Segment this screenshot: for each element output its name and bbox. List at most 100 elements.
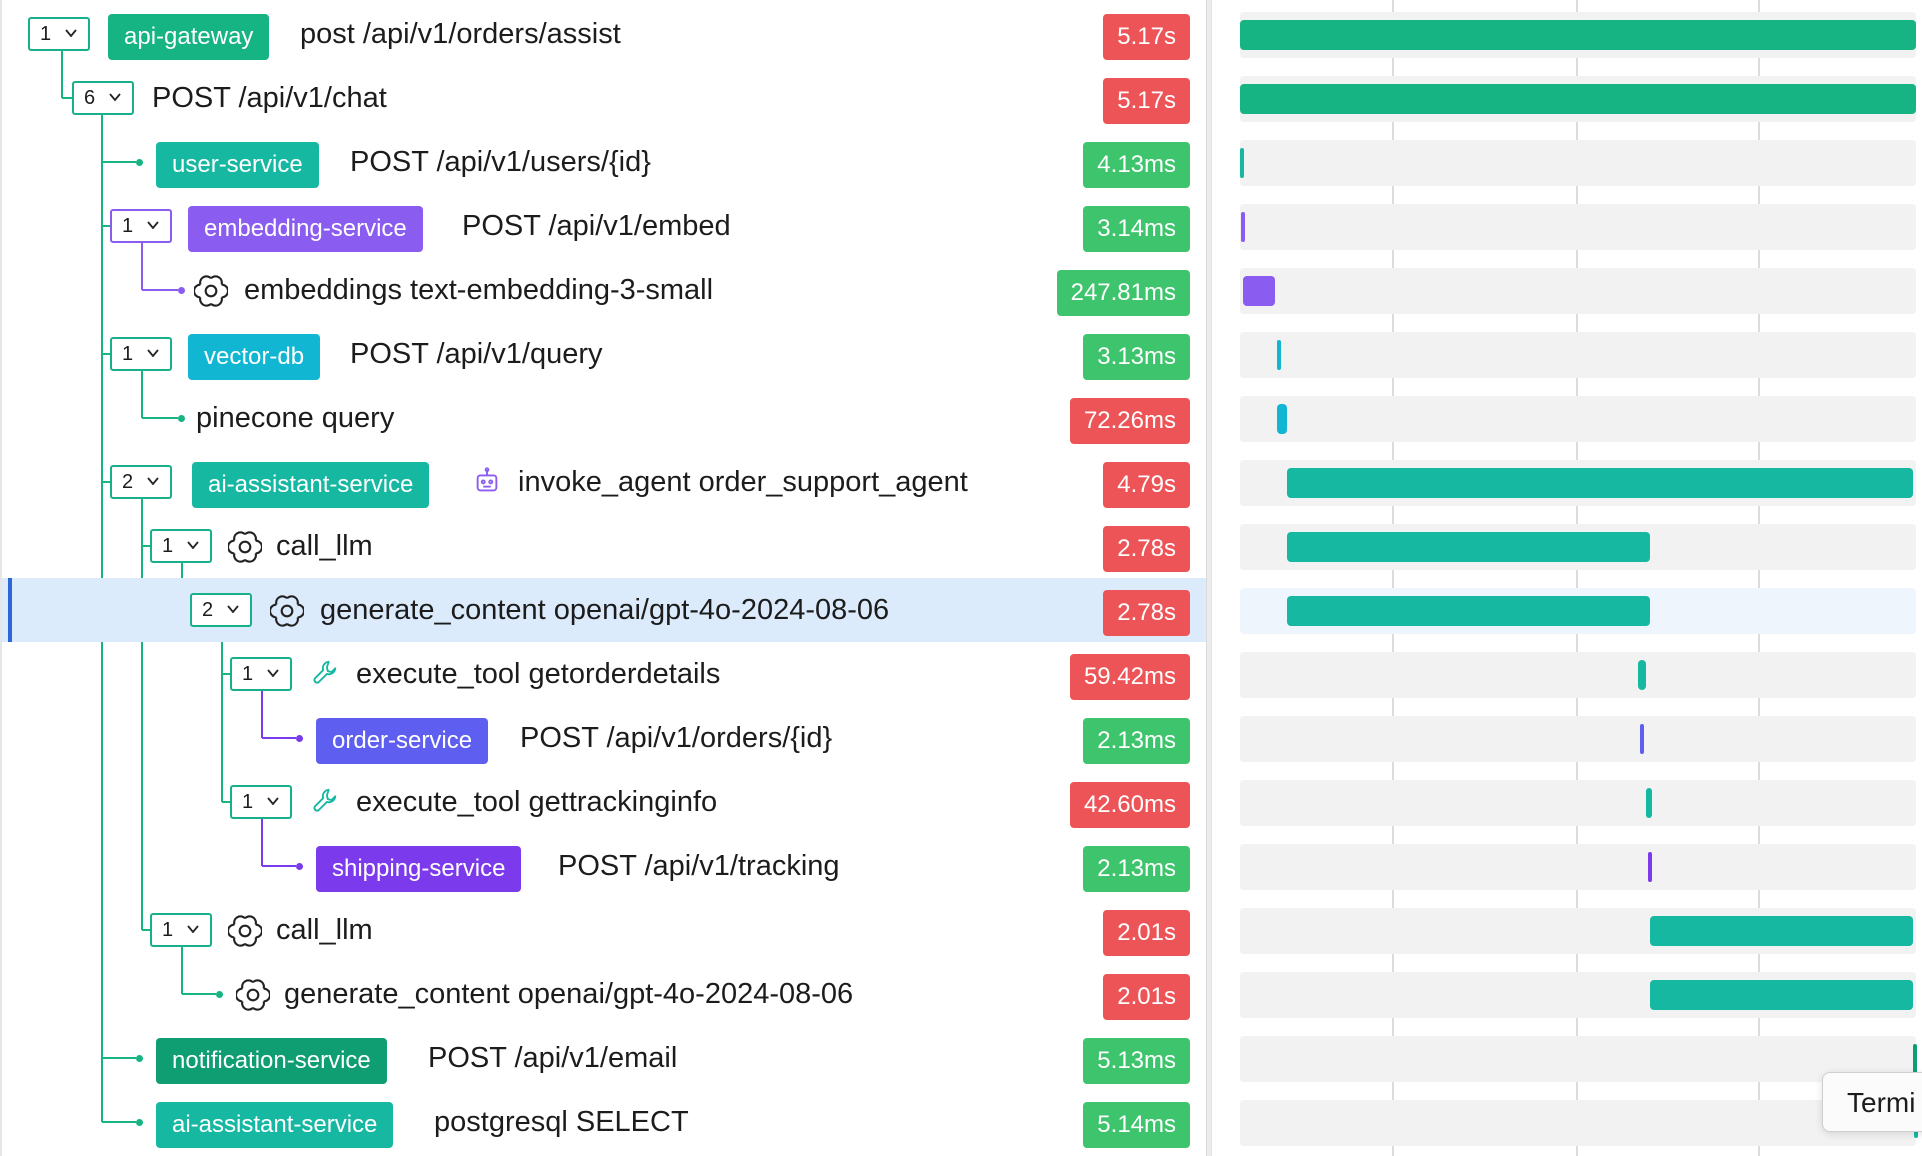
span-name: POST /api/v1/embed: [462, 210, 731, 242]
timeline-track[interactable]: [1240, 844, 1916, 890]
span-row[interactable]: 2 ai-assistant-service invoke_agent order_…: [2, 450, 1210, 514]
timeline-bar[interactable]: [1277, 340, 1281, 370]
duration-badge: 2.78s: [1103, 526, 1190, 572]
timeline-track[interactable]: [1240, 780, 1916, 826]
expand-toggle[interactable]: 1: [230, 785, 292, 819]
span-row[interactable]: 1 call_llm 2.78s: [2, 514, 1210, 578]
timeline-bar[interactable]: [1650, 980, 1913, 1010]
duration-badge: 5.17s: [1103, 14, 1190, 60]
child-count: 1: [122, 214, 134, 237]
timeline-bar[interactable]: [1650, 916, 1913, 946]
tree-node-dot: [136, 1055, 143, 1062]
timeline-bar[interactable]: [1240, 84, 1916, 114]
duration-badge: 5.13ms: [1083, 1038, 1190, 1084]
timeline-track[interactable]: [1240, 524, 1916, 570]
timeline-bar[interactable]: [1646, 788, 1652, 818]
service-badge[interactable]: user-service: [156, 142, 319, 188]
timeline-track[interactable]: [1240, 652, 1916, 698]
timeline-track[interactable]: [1240, 1036, 1917, 1082]
timeline-track[interactable]: [1240, 460, 1916, 506]
timeline-bar[interactable]: [1241, 212, 1245, 242]
timeline-bar[interactable]: [1287, 532, 1650, 562]
span-name: execute_tool getorderdetails: [356, 658, 721, 690]
span-name: call_llm: [276, 530, 373, 562]
service-badge[interactable]: ai-assistant-service: [156, 1102, 394, 1148]
timeline-bar[interactable]: [1648, 852, 1652, 882]
service-badge[interactable]: vector-db: [188, 334, 321, 380]
span-name: POST /api/v1/query: [350, 338, 603, 370]
trace-waterfall: 1 api-gateway post /api/v1/orders/assist 5.…: [0, 0, 1922, 1156]
span-row[interactable]: ai-assistant-service postgresql SELECT 5.1…: [2, 1090, 1210, 1154]
duration-badge: 5.17s: [1103, 78, 1190, 124]
service-badge[interactable]: order-service: [316, 718, 489, 764]
chevron-down-icon: [267, 797, 279, 806]
timeline-track[interactable]: [1240, 716, 1916, 762]
expand-toggle[interactable]: 6: [72, 81, 134, 115]
service-badge[interactable]: embedding-service: [188, 206, 423, 252]
span-row[interactable]: 1 api-gateway post /api/v1/orders/assist 5.…: [2, 2, 1210, 66]
span-row[interactable]: generate_content openai/gpt-4o-2024-08-0…: [2, 962, 1210, 1026]
service-badge[interactable]: notification-service: [156, 1038, 387, 1084]
span-row[interactable]: 2 generate_content openai/gpt-4o-2024-08-…: [2, 578, 1210, 642]
duration-badge: 2.13ms: [1083, 718, 1190, 764]
expand-toggle[interactable]: 1: [230, 657, 292, 691]
openai-icon: [226, 530, 264, 564]
timeline-track[interactable]: [1240, 1100, 1918, 1146]
service-badge[interactable]: ai-assistant-service: [192, 462, 430, 508]
span-tree-panel: 1 api-gateway post /api/v1/orders/assist 5.…: [0, 0, 1210, 1156]
timeline-bar[interactable]: [1913, 1044, 1917, 1074]
span-row[interactable]: user-service POST /api/v1/users/{id} 4.13m…: [2, 130, 1210, 194]
timeline-track[interactable]: [1240, 12, 1916, 58]
span-row[interactable]: 1 embedding-service POST /api/v1/embed 3.14…: [2, 194, 1210, 258]
timeline-bar[interactable]: [1640, 724, 1644, 754]
span-row[interactable]: 1 execute_tool getorderdetails 59.42ms: [2, 642, 1210, 706]
timeline-track[interactable]: [1240, 332, 1916, 378]
chevron-down-icon: [187, 541, 199, 550]
service-badge[interactable]: api-gateway: [108, 14, 270, 60]
tree-node-dot: [178, 415, 185, 422]
timeline-track[interactable]: [1240, 972, 1916, 1018]
span-row[interactable]: order-service POST /api/v1/orders/{id} 2.1…: [2, 706, 1210, 770]
span-name: POST /api/v1/chat: [152, 82, 387, 114]
openai-icon: [226, 914, 264, 948]
timeline-track[interactable]: [1240, 204, 1916, 250]
span-row[interactable]: pinecone query 72.26ms: [2, 386, 1210, 450]
span-row[interactable]: 1 execute_tool gettrackinginfo 42.60ms: [2, 770, 1210, 834]
timeline-bar[interactable]: [1240, 20, 1916, 50]
timeline-track[interactable]: [1240, 76, 1916, 122]
timeline-bar[interactable]: [1243, 276, 1275, 306]
service-badge[interactable]: shipping-service: [316, 846, 522, 892]
expand-toggle[interactable]: 1: [150, 529, 212, 563]
timeline-track[interactable]: [1240, 588, 1916, 634]
timeline-track[interactable]: [1240, 140, 1916, 186]
tooltip: Termi: [1822, 1072, 1922, 1132]
robot-icon: [472, 466, 506, 500]
expand-toggle[interactable]: 2: [190, 593, 252, 627]
timeline-bar[interactable]: [1240, 148, 1244, 178]
span-row[interactable]: shipping-service POST /api/v1/tracking 2.1…: [2, 834, 1210, 898]
timeline-bar[interactable]: [1287, 596, 1650, 626]
tree-node-dot: [296, 735, 303, 742]
timeline-track[interactable]: [1240, 396, 1916, 442]
timeline-track[interactable]: [1240, 268, 1916, 314]
span-name: POST /api/v1/email: [428, 1042, 678, 1074]
timeline-bar[interactable]: [1277, 404, 1287, 434]
expand-toggle[interactable]: 1: [110, 337, 172, 371]
chevron-down-icon: [147, 349, 159, 358]
span-row[interactable]: 6 POST /api/v1/chat 5.17s: [2, 66, 1210, 130]
chevron-down-icon: [227, 605, 239, 614]
tree-node-dot: [216, 991, 223, 998]
timeline-track[interactable]: [1240, 908, 1916, 954]
expand-toggle[interactable]: 1: [150, 913, 212, 947]
span-row[interactable]: embeddings text-embedding-3-small 247.81m…: [2, 258, 1210, 322]
expand-toggle[interactable]: 1: [28, 17, 90, 51]
span-name: execute_tool gettrackinginfo: [356, 786, 718, 818]
expand-toggle[interactable]: 1: [110, 209, 172, 243]
span-row[interactable]: 1 vector-db POST /api/v1/query 3.13ms: [2, 322, 1210, 386]
span-row[interactable]: 1 call_llm 2.01s: [2, 898, 1210, 962]
child-count: 2: [122, 470, 134, 493]
expand-toggle[interactable]: 2: [110, 465, 172, 499]
span-row[interactable]: notification-service POST /api/v1/email 5.…: [2, 1026, 1210, 1090]
timeline-bar[interactable]: [1638, 660, 1646, 690]
timeline-bar[interactable]: [1287, 468, 1913, 498]
